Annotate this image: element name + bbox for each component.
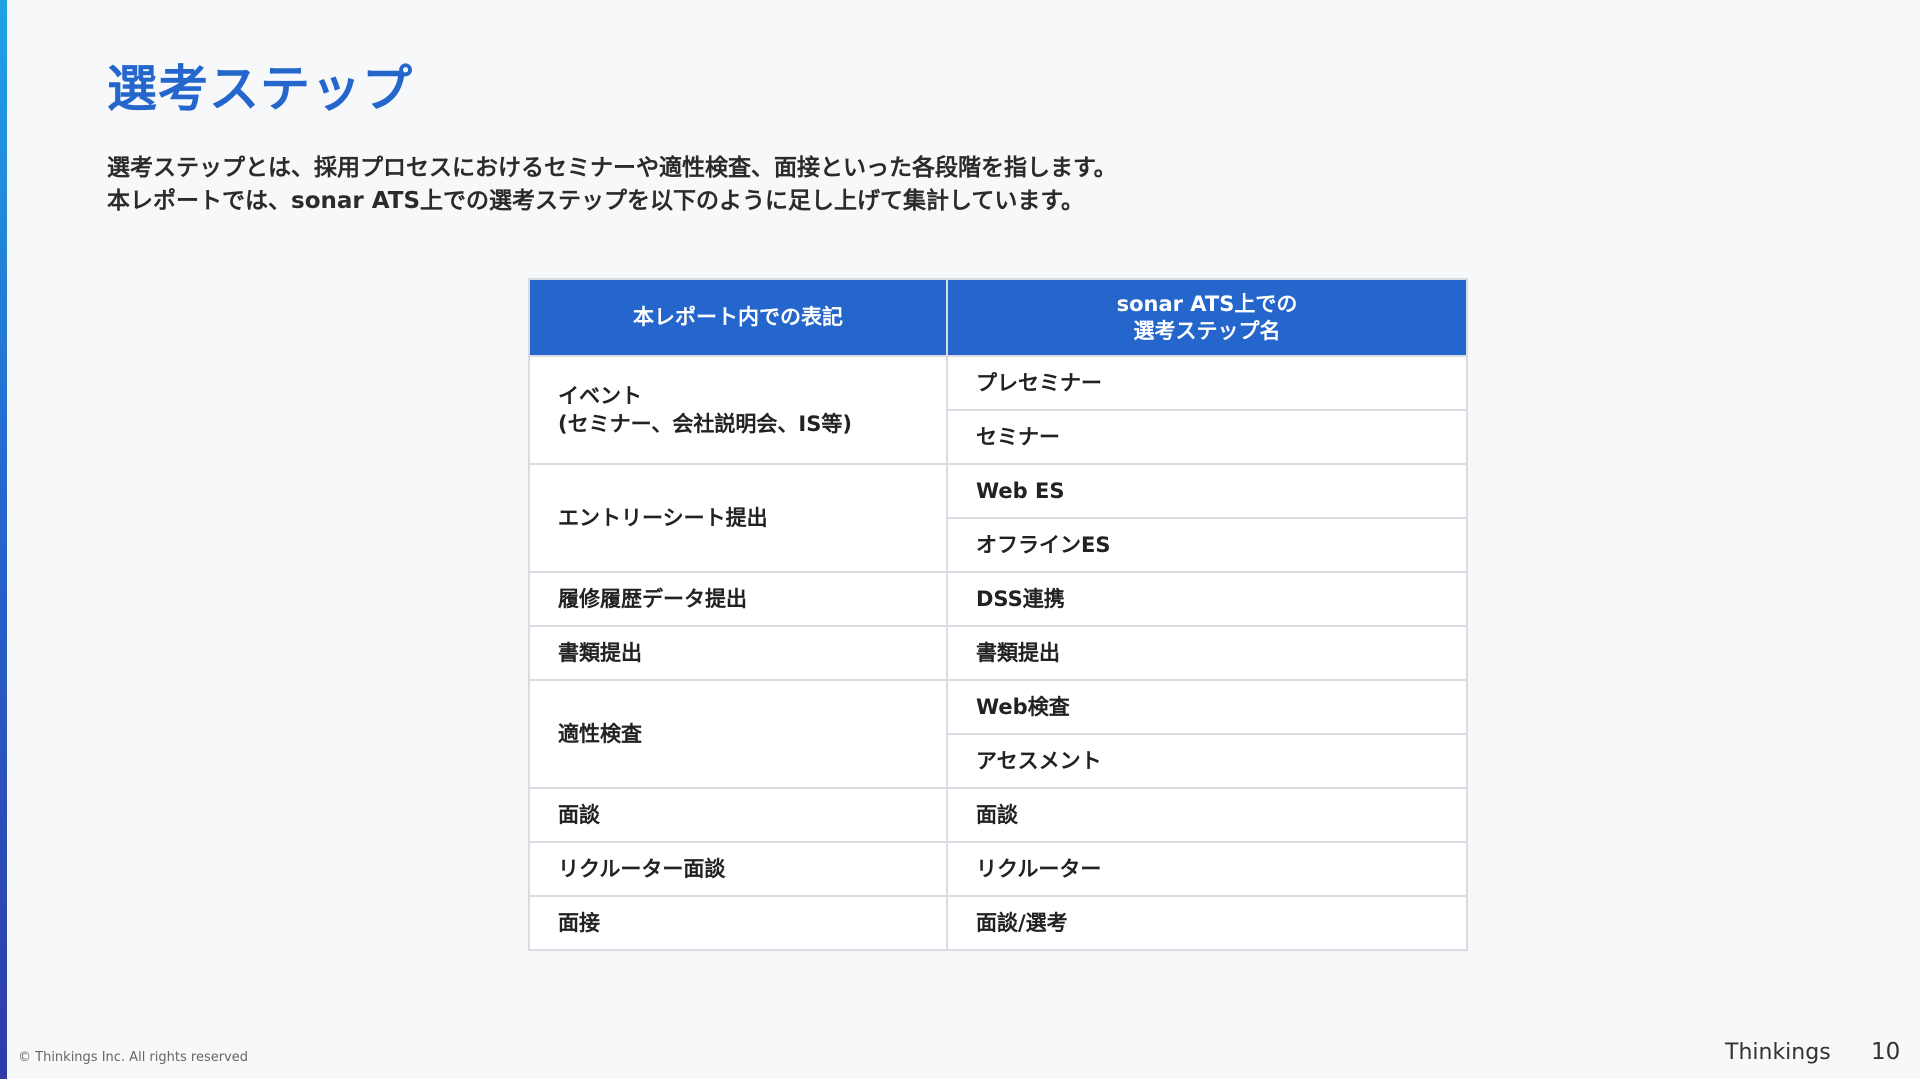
intro-line-2: 本レポートでは、sonar ATS上での選考ステップを以下のように足し上げて集計… xyxy=(107,188,1085,214)
table-row: 書類提出 書類提出 xyxy=(528,625,1468,681)
report-label-cell: 書類提出 xyxy=(528,625,948,681)
copyright-notice: © Thinkings Inc. All rights reserved xyxy=(18,1050,249,1065)
table-row: 面談 面談 xyxy=(528,787,1468,843)
table-row: イベント (セミナー、会社説明会、IS等) プレセミナー xyxy=(528,355,1468,465)
ats-step-cell: セミナー xyxy=(946,409,1468,465)
page-number: 10 xyxy=(1871,1039,1901,1065)
ats-step-cell: Web ES xyxy=(946,463,1468,519)
report-label-cell: 面接 xyxy=(528,895,948,951)
intro-line-1: 選考ステップとは、採用プロセスにおけるセミナーや適性検査、面接といった各段階を指… xyxy=(107,155,1117,181)
table-row: リクルーター面談 リクルーター xyxy=(528,841,1468,897)
intro-text: 選考ステップとは、採用プロセスにおけるセミナーや適性検査、面接といった各段階を指… xyxy=(107,152,1117,218)
report-label-cell: 面談 xyxy=(528,787,948,843)
report-label-sub: (セミナー、会社説明会、IS等) xyxy=(558,412,852,436)
header-report-label: 本レポート内での表記 xyxy=(528,278,948,357)
table-header-row: 本レポート内での表記 sonar ATS上での 選考ステップ名 xyxy=(528,278,1468,357)
header-ats-line-2: 選考ステップ名 xyxy=(1133,318,1281,343)
table-row: 適性検査 Web検査 xyxy=(528,679,1468,789)
report-label-cell: リクルーター面談 xyxy=(528,841,948,897)
ats-step-cell: 書類提出 xyxy=(946,625,1468,681)
report-label-cell: エントリーシート提出 xyxy=(528,463,948,573)
brand-name: Thinkings xyxy=(1725,1040,1831,1065)
report-label: イベント xyxy=(558,384,642,408)
ats-step-cell: 面談 xyxy=(946,787,1468,843)
ats-step-cell: プレセミナー xyxy=(946,355,1468,411)
report-label-cell: 履修履歴データ提出 xyxy=(528,571,948,627)
ats-step-cell: DSS連携 xyxy=(946,571,1468,627)
header-ats-line-1: sonar ATS上での xyxy=(1116,291,1298,316)
accent-bar xyxy=(0,0,7,1079)
report-label-cell: イベント (セミナー、会社説明会、IS等) xyxy=(528,355,948,465)
table-row: 面接 面談/選考 xyxy=(528,895,1468,951)
table-row: エントリーシート提出 Web ES xyxy=(528,463,1468,573)
report-label-cell: 適性検査 xyxy=(528,679,948,789)
ats-step-cell: アセスメント xyxy=(946,733,1468,789)
page-title: 選考ステップ xyxy=(107,60,413,118)
table-row: 履修履歴データ提出 DSS連携 xyxy=(528,571,1468,627)
ats-step-cell: リクルーター xyxy=(946,841,1468,897)
header-ats-step-name: sonar ATS上での 選考ステップ名 xyxy=(946,278,1468,357)
ats-step-cell: 面談/選考 xyxy=(946,895,1468,951)
selection-steps-table: 本レポート内での表記 sonar ATS上での 選考ステップ名 イベント (セミ… xyxy=(528,278,1468,951)
ats-step-cell: オフラインES xyxy=(946,517,1468,573)
ats-step-cell: Web検査 xyxy=(946,679,1468,735)
